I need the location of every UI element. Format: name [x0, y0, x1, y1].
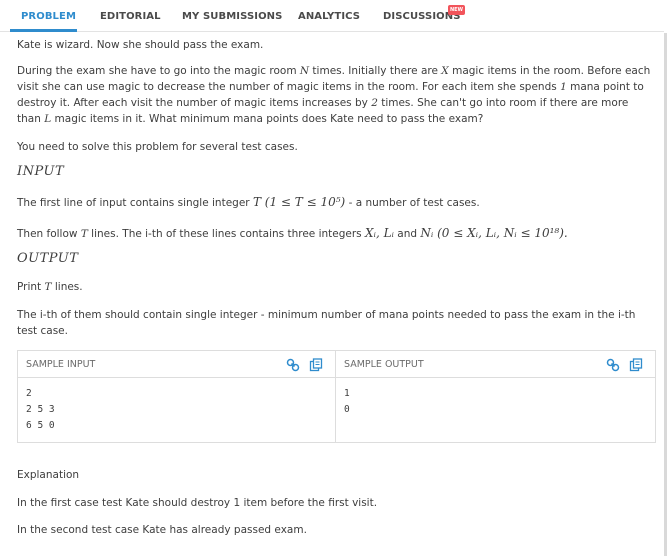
- text: - a number of test cases.: [345, 197, 480, 209]
- var-n: N: [299, 65, 310, 77]
- text: and: [393, 228, 421, 240]
- new-badge: NEW: [448, 5, 465, 15]
- statement-several: You need to solve this problem for sever…: [17, 141, 298, 153]
- var-x: X: [441, 65, 449, 77]
- text: visit she can use magic to decrease the …: [17, 81, 561, 93]
- var-t: T: [44, 281, 52, 293]
- text: times. Initially there are: [309, 65, 442, 77]
- tab-my-submissions[interactable]: MY SUBMISSIONS: [182, 11, 282, 22]
- num-2: 2: [371, 97, 378, 109]
- text: magic items in the room. Before each: [448, 65, 651, 77]
- input-heading: INPUT: [17, 164, 65, 179]
- constraint-t: T (1 ≤ T ≤ 10⁵): [252, 195, 346, 209]
- copy-icon[interactable]: [629, 358, 643, 372]
- vars-xl: Xᵢ, Lᵢ: [364, 226, 394, 240]
- statement-line-4: than L magic items in it. What minimum m…: [17, 111, 662, 127]
- text: destroy it. After each visit the number …: [17, 97, 372, 109]
- sample-output-label: SAMPLE OUTPUT: [344, 359, 424, 370]
- text: magic items in it. What minimum mana poi…: [51, 113, 484, 125]
- output-heading: OUTPUT: [17, 251, 79, 266]
- output-line-2: The i-th of them should contain single i…: [17, 309, 636, 321]
- statement-intro: Kate is wizard. Now she should pass the …: [17, 39, 264, 51]
- explanation-line-1: In the first case test Kate should destr…: [17, 497, 378, 509]
- num-1: 1: [560, 81, 567, 93]
- text: than: [17, 113, 45, 125]
- output-line-3: test case.: [17, 325, 68, 337]
- copy-icon[interactable]: [309, 358, 323, 372]
- text: mana point to: [566, 81, 644, 93]
- tab-editorial[interactable]: EDITORIAL: [100, 11, 161, 22]
- sample-input-label: SAMPLE INPUT: [26, 359, 96, 370]
- samples-header: [18, 351, 655, 378]
- sample-output-text: 1 0: [344, 388, 350, 415]
- text: lines.: [51, 281, 83, 293]
- explanation-line-2: In the second test case Kate has already…: [17, 524, 307, 536]
- text: lines. The i-th of these lines contains …: [87, 228, 365, 240]
- text: times. She can't go into room if there a…: [377, 97, 629, 109]
- text: Print: [17, 281, 45, 293]
- text: The first line of input contains single …: [17, 197, 253, 209]
- text: Then follow: [17, 228, 81, 240]
- output-line-1: Print T lines.: [17, 279, 83, 295]
- sample-input-text: 2 2 5 3 6 5 0: [26, 388, 55, 431]
- tab-analytics[interactable]: ANALYTICS: [298, 11, 360, 22]
- link-icon[interactable]: [286, 358, 300, 372]
- statement-line-2: visit she can use magic to decrease the …: [17, 79, 662, 95]
- var-t: T: [80, 228, 88, 240]
- samples-box: SAMPLE INPUT SAMPLE OUTPUT 2 2 5 3 6 5 0…: [17, 350, 656, 443]
- problem-tabs: PROBLEM EDITORIAL MY SUBMISSIONS ANALYTI…: [0, 0, 664, 32]
- tab-problem[interactable]: PROBLEM: [21, 11, 76, 22]
- link-icon[interactable]: [606, 358, 620, 372]
- explanation-heading: Explanation: [17, 469, 80, 481]
- statement-line-3: destroy it. After each visit the number …: [17, 95, 662, 111]
- statement-line-1: During the exam she have to go into the …: [17, 63, 662, 79]
- text: During the exam she have to go into the …: [17, 65, 300, 77]
- input-line-1: The first line of input contains single …: [17, 194, 480, 211]
- constraint-xln: Nᵢ (0 ≤ Xᵢ, Lᵢ, Nᵢ ≤ 10¹⁸).: [420, 226, 568, 240]
- input-line-2: Then follow T lines. The i-th of these l…: [17, 225, 568, 242]
- samples-divider: [335, 351, 336, 442]
- statement-paragraph: During the exam she have to go into the …: [17, 63, 662, 127]
- active-tab-indicator: [10, 29, 77, 32]
